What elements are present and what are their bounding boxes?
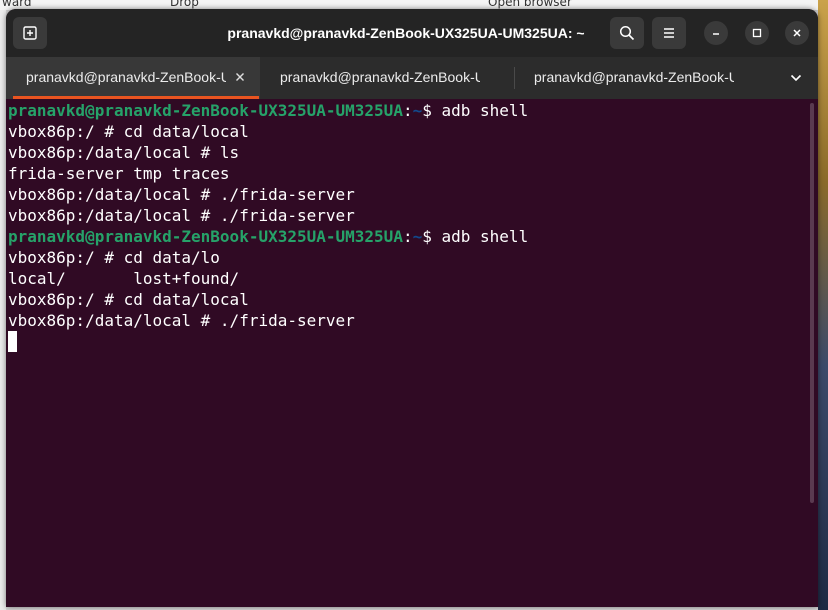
prompt-line: pranavkd@pranavkd-ZenBook-UX325UA-UM325U…	[6, 226, 806, 247]
terminal-scrollbar[interactable]	[806, 99, 818, 607]
output-line: vbox86p:/ # cd data/local	[8, 122, 249, 141]
maximize-button[interactable]	[745, 21, 769, 45]
tab-3[interactable]: pranavkd@pranavkd-ZenBook-UX325UA-UM325U…	[514, 57, 768, 99]
close-icon	[793, 29, 801, 37]
output-line: vbox86p:/ # cd data/lo	[8, 248, 220, 267]
output-line: local/ lost+found/	[8, 269, 240, 288]
tab-1[interactable]: pranavkd@pranavkd-ZenBook-UX325UA-UM325U…	[6, 57, 260, 99]
tab-close-button[interactable]	[232, 69, 248, 85]
terminal-window: pranavkd@pranavkd-ZenBook-UX325UA-UM325U…	[6, 9, 818, 607]
command-text: adb shell	[441, 101, 529, 120]
prompt-symbol: $	[422, 101, 442, 120]
minimize-icon	[713, 33, 719, 35]
prompt-user-host: pranavkd@pranavkd-ZenBook-UX325UA-UM325U…	[8, 101, 403, 120]
tabs-overflow-button[interactable]	[786, 70, 806, 86]
chevron-down-icon	[790, 74, 802, 82]
text-cursor	[8, 331, 17, 352]
prompt-separator: :	[402, 227, 413, 246]
menu-button[interactable]	[652, 17, 686, 49]
tab-bar: pranavkd@pranavkd-ZenBook-UX325UA-UM325U…	[6, 57, 818, 99]
new-tab-button[interactable]	[13, 17, 47, 49]
input-line[interactable]	[6, 331, 806, 352]
search-icon	[619, 25, 635, 41]
command-text: adb shell	[441, 227, 529, 246]
output-line: frida-server tmp traces	[8, 164, 230, 183]
prompt-line: pranavkd@pranavkd-ZenBook-UX325UA-UM325U…	[6, 100, 806, 121]
title-bar[interactable]: pranavkd@pranavkd-ZenBook-UX325UA-UM325U…	[6, 9, 818, 57]
output-line: vbox86p:/data/local # ./frida-server	[8, 311, 355, 330]
minimize-button[interactable]	[704, 21, 728, 45]
maximize-icon	[752, 28, 762, 38]
tab-3-label: pranavkd@pranavkd-ZenBook-UX325UA-UM325U…	[534, 69, 734, 85]
terminal-output[interactable]: pranavkd@pranavkd-ZenBook-UX325UA-UM325U…	[6, 99, 806, 607]
tab-2-label: pranavkd@pranavkd-ZenBook-UX325UA-UM325U…	[280, 69, 480, 85]
window-title: pranavkd@pranavkd-ZenBook-UX325UA-UM325U…	[227, 25, 585, 41]
close-button[interactable]	[785, 21, 809, 45]
bg-label-drop: Drop	[170, 0, 199, 9]
bg-label-open-browser: Open browser	[488, 0, 572, 9]
tab-1-label: pranavkd@pranavkd-ZenBook-UX325UA-UM325U…	[26, 69, 226, 85]
output-line: vbox86p:/ # cd data/local	[8, 290, 249, 309]
hamburger-menu-icon	[664, 28, 674, 38]
prompt-symbol: $	[422, 227, 442, 246]
output-line: vbox86p:/data/local # ./frida-server	[8, 206, 355, 225]
new-tab-icon	[23, 26, 37, 40]
prompt-path: ~	[412, 101, 423, 120]
desktop-wallpaper	[818, 0, 828, 610]
prompt-separator: :	[402, 101, 413, 120]
prompt-user-host: pranavkd@pranavkd-ZenBook-UX325UA-UM325U…	[8, 227, 403, 246]
search-button[interactable]	[610, 17, 644, 49]
prompt-path: ~	[412, 227, 423, 246]
scrollbar-thumb[interactable]	[810, 103, 814, 503]
close-icon	[236, 73, 244, 81]
output-line: vbox86p:/data/local # ./frida-server	[8, 185, 355, 204]
bg-label-forward: ward	[2, 0, 32, 9]
tab-2[interactable]: pranavkd@pranavkd-ZenBook-UX325UA-UM325U…	[260, 57, 514, 99]
output-line: vbox86p:/data/local # ls	[8, 143, 240, 162]
